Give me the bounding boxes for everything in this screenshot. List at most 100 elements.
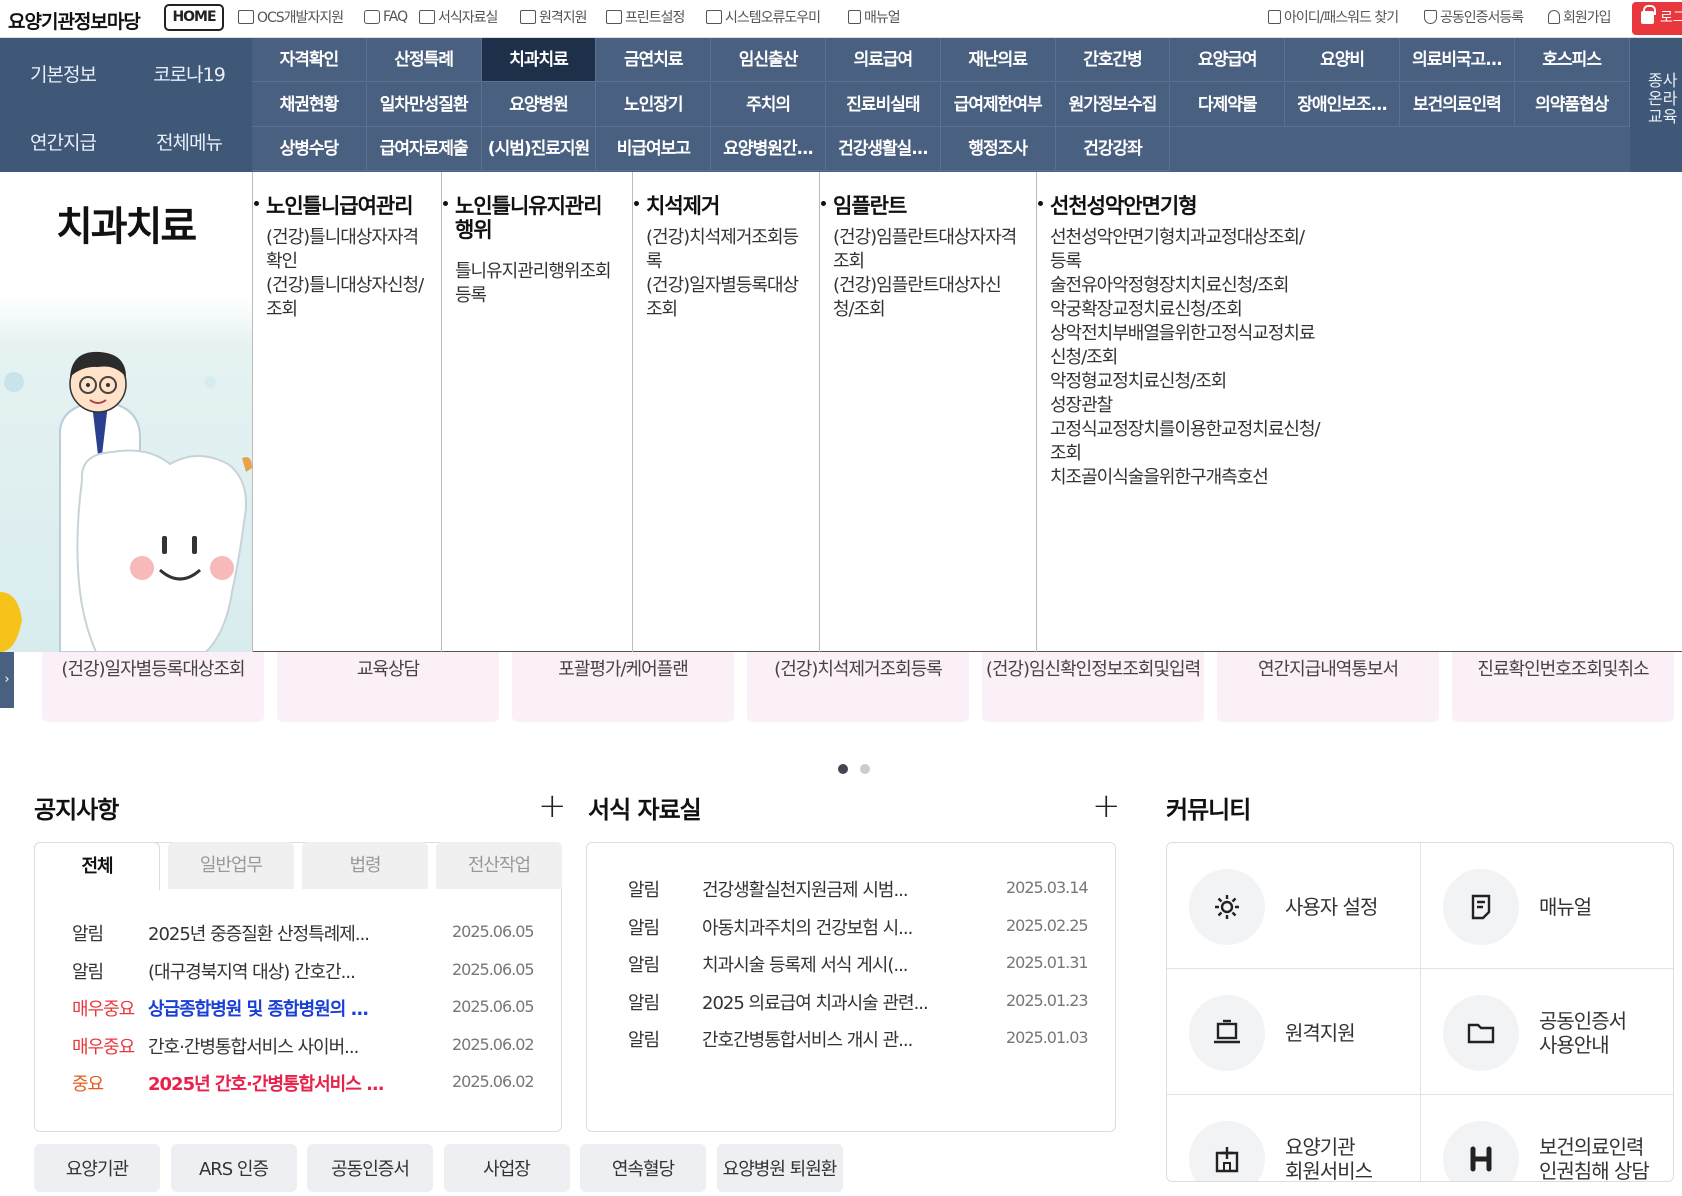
mega-column-heading[interactable]: 노인틀니유지관리 행위 bbox=[443, 194, 632, 242]
bottom-shortcut-button[interactable]: 사업장 bbox=[443, 1144, 570, 1192]
mega-menu-link[interactable]: 확인 bbox=[266, 250, 441, 274]
nav-menu-item[interactable]: (시범)진료지원 bbox=[481, 127, 597, 171]
mega-menu-link[interactable]: 틀니유지관리행위조회 bbox=[455, 260, 632, 284]
nav-menu-item[interactable]: 치과치료 bbox=[481, 38, 597, 82]
notice-tab-it[interactable]: 전산작업 bbox=[436, 842, 562, 889]
site-logo[interactable]: 요양기관정보마당 bbox=[8, 7, 141, 34]
nav-menu-item[interactable]: 요양비 bbox=[1285, 38, 1400, 82]
mega-column-heading[interactable]: 노인틀니급여관리 bbox=[254, 194, 441, 218]
community-item[interactable]: 공동인증서 사용안내 bbox=[1421, 969, 1673, 1095]
mega-menu-link[interactable]: 조회 bbox=[1050, 442, 1366, 466]
notice-tab-law[interactable]: 법령 bbox=[302, 842, 428, 889]
mega-column-heading[interactable]: 임플란트 bbox=[821, 194, 1036, 218]
nav-menu-item[interactable]: 진료비실태 bbox=[826, 82, 941, 127]
mega-menu-link[interactable]: 고정식교정장치를이용한교정치료신청/ bbox=[1050, 418, 1366, 442]
forms-more-plus-icon[interactable]: + bbox=[1092, 786, 1121, 826]
nav-menu-item[interactable]: 건강강좌 bbox=[1055, 127, 1171, 171]
mega-menu-link[interactable]: (건강)틀니대상자신청/ bbox=[266, 274, 441, 298]
notice-more-plus-icon[interactable]: + bbox=[538, 786, 567, 826]
nav-menu-item[interactable]: 임신출산 bbox=[711, 38, 826, 82]
notice-subject[interactable]: 간호·간병통합서비스 사이버... bbox=[148, 1033, 359, 1059]
nav-menu-item[interactable]: 요양병원 bbox=[481, 82, 597, 127]
bottom-shortcut-button[interactable]: 요양병원 퇴원환 bbox=[716, 1144, 843, 1192]
bottom-shortcut-button[interactable]: 공동인증서 bbox=[307, 1144, 433, 1192]
slider-dot-active[interactable] bbox=[838, 764, 848, 774]
mega-menu-link[interactable]: 록 bbox=[646, 250, 819, 274]
mega-menu-link[interactable]: 조회 bbox=[646, 298, 819, 322]
notice-subject[interactable]: 상급종합병원 및 종합병원의 ... bbox=[148, 995, 369, 1021]
mega-menu-link[interactable]: 등록 bbox=[455, 284, 632, 308]
nav-menu-item[interactable]: 주치의 bbox=[711, 82, 826, 127]
nav-menu-item[interactable]: 간호간병 bbox=[1055, 38, 1171, 82]
notice-row[interactable]: 중요 2025년 간호·간병통합서비스 ... 2025.06.02 bbox=[72, 1070, 535, 1096]
nav-all-menu[interactable]: 전체메뉴 bbox=[126, 128, 252, 155]
notice-row[interactable]: 매우중요 간호·간병통합서비스 사이버... 2025.06.02 bbox=[72, 1033, 535, 1059]
nav-menu-item[interactable]: 호스피스 bbox=[1514, 38, 1630, 82]
print-settings-link[interactable]: 프린트설정 bbox=[606, 6, 685, 28]
forms-link[interactable]: 서식자료실 bbox=[419, 6, 498, 28]
nav-menu-item[interactable]: 보건의료인력 bbox=[1400, 82, 1515, 127]
nav-menu-item[interactable]: 일차만성질환 bbox=[366, 82, 482, 127]
notice-row[interactable]: 매우중요 상급종합병원 및 종합병원의 ... 2025.06.05 bbox=[72, 995, 535, 1021]
mega-menu-link[interactable]: 선천성악안면기형치과교정대상조회/ bbox=[1050, 226, 1366, 250]
mega-menu-link[interactable]: (건강)일자별등록대상 bbox=[646, 274, 819, 298]
forms-row[interactable]: 알림 건강생활실천지원금제 시범... 2025.03.14 bbox=[628, 876, 1089, 902]
mega-menu-link[interactable]: 조회 bbox=[266, 298, 441, 322]
mega-menu-link[interactable]: 상악전치부배열을위한고정식교정치료 bbox=[1050, 322, 1366, 346]
forms-subject[interactable]: 아동치과주치의 건강보험 시... bbox=[702, 914, 913, 940]
community-item[interactable]: 매뉴얼 bbox=[1421, 843, 1673, 969]
forms-subject[interactable]: 건강생활실천지원금제 시범... bbox=[702, 876, 909, 902]
nav-menu-item[interactable]: 의료급여 bbox=[826, 38, 941, 82]
nav-menu-item[interactable]: 의약품협상 bbox=[1514, 82, 1630, 127]
nav-menu-item[interactable]: 비급여보고 bbox=[596, 127, 712, 171]
community-item[interactable]: 요양기관 회원서비스 bbox=[1167, 1095, 1421, 1181]
mega-menu-link[interactable]: 신청/조회 bbox=[1050, 346, 1366, 370]
nav-menu-item[interactable]: 노인장기 bbox=[596, 82, 712, 127]
notice-subject[interactable]: 2025년 간호·간병통합서비스 ... bbox=[148, 1070, 385, 1096]
nav-menu-item[interactable]: 자격확인 bbox=[252, 38, 367, 82]
mega-menu-link[interactable]: (건강)임플란트대상자자격 bbox=[833, 226, 1036, 250]
nav-annual-payment[interactable]: 연간지급 bbox=[0, 128, 126, 155]
notice-tab-all[interactable]: 전체 bbox=[34, 842, 160, 890]
faq-link[interactable]: FAQ bbox=[364, 6, 408, 28]
mega-menu-link[interactable]: (건강)치석제거조회등 bbox=[646, 226, 819, 250]
nav-menu-item[interactable]: 급여제한여부 bbox=[940, 82, 1056, 127]
forms-subject[interactable]: 간호간병통합서비스 개시 관... bbox=[702, 1026, 913, 1052]
community-item[interactable]: 사용자 설정 bbox=[1167, 843, 1421, 969]
signup-link[interactable]: 회원가입 bbox=[1548, 6, 1612, 28]
forms-row[interactable]: 알림 치과시술 등록제 서식 게시(... 2025.01.31 bbox=[628, 951, 1089, 977]
forms-subject[interactable]: 치과시술 등록제 서식 게시(... bbox=[702, 951, 909, 977]
mega-menu-link[interactable]: 청/조회 bbox=[833, 298, 1036, 322]
notice-row[interactable]: 알림 2025년 중증질환 산정특례제... 2025.06.05 bbox=[72, 920, 535, 946]
slider-dot[interactable] bbox=[860, 764, 870, 774]
nav-menu-item[interactable]: 급여자료제출 bbox=[366, 127, 482, 171]
bottom-shortcut-button[interactable]: 연속혈당 bbox=[580, 1144, 706, 1192]
nav-menu-item[interactable]: 산정특례 bbox=[366, 38, 482, 82]
mega-menu-link[interactable]: (건강)틀니대상자자격 bbox=[266, 226, 441, 250]
login-button[interactable]: 로그인 bbox=[1632, 2, 1682, 35]
manual-link[interactable]: 매뉴얼 bbox=[848, 6, 901, 28]
quick-menu-card[interactable]: 진료확인번호조회및취소 bbox=[1452, 652, 1674, 722]
forms-subject[interactable]: 2025 의료급여 치과시술 관련... bbox=[702, 989, 929, 1015]
remote-support-link[interactable]: 원격지원 bbox=[520, 6, 588, 28]
forms-row[interactable]: 알림 아동치과주치의 건강보험 시... 2025.02.25 bbox=[628, 914, 1089, 940]
ocs-link[interactable]: OCS개발자지원 bbox=[238, 6, 344, 28]
nav-menu-item[interactable]: 상병수당 bbox=[252, 127, 367, 171]
nav-menu-item[interactable]: 채권현황 bbox=[252, 82, 367, 127]
mega-menu-link[interactable]: 악궁확장교정치료신청/조회 bbox=[1050, 298, 1366, 322]
home-button[interactable]: HOME bbox=[164, 4, 224, 31]
find-id-link[interactable]: 아이디/패스워드 찾기 bbox=[1268, 6, 1399, 28]
nav-menu-item[interactable]: 다제약물 bbox=[1170, 82, 1286, 127]
quick-menu-card[interactable]: (건강)일자별등록대상조회 bbox=[42, 652, 264, 722]
mega-column-heading[interactable]: 치석제거 bbox=[634, 194, 819, 218]
nav-menu-item[interactable]: 건강생활실... bbox=[826, 127, 941, 171]
mega-menu-link[interactable]: 성장관찰 bbox=[1050, 394, 1366, 418]
community-item[interactable]: 원격지원 bbox=[1167, 969, 1421, 1095]
mega-menu-link[interactable]: 술전유아악정형장치치료신청/조회 bbox=[1050, 274, 1366, 298]
bottom-shortcut-button[interactable]: ARS 인증 bbox=[170, 1144, 297, 1192]
nav-menu-item[interactable]: 장애인보조... bbox=[1285, 82, 1400, 127]
nav-menu-item[interactable]: 행정조사 bbox=[940, 127, 1056, 171]
notice-row[interactable]: 알림 (대구경북지역 대상) 간호간... 2025.06.05 bbox=[72, 958, 535, 984]
bottom-shortcut-button[interactable]: 요양기관 bbox=[34, 1144, 160, 1192]
mega-menu-link[interactable]: 조회 bbox=[833, 250, 1036, 274]
